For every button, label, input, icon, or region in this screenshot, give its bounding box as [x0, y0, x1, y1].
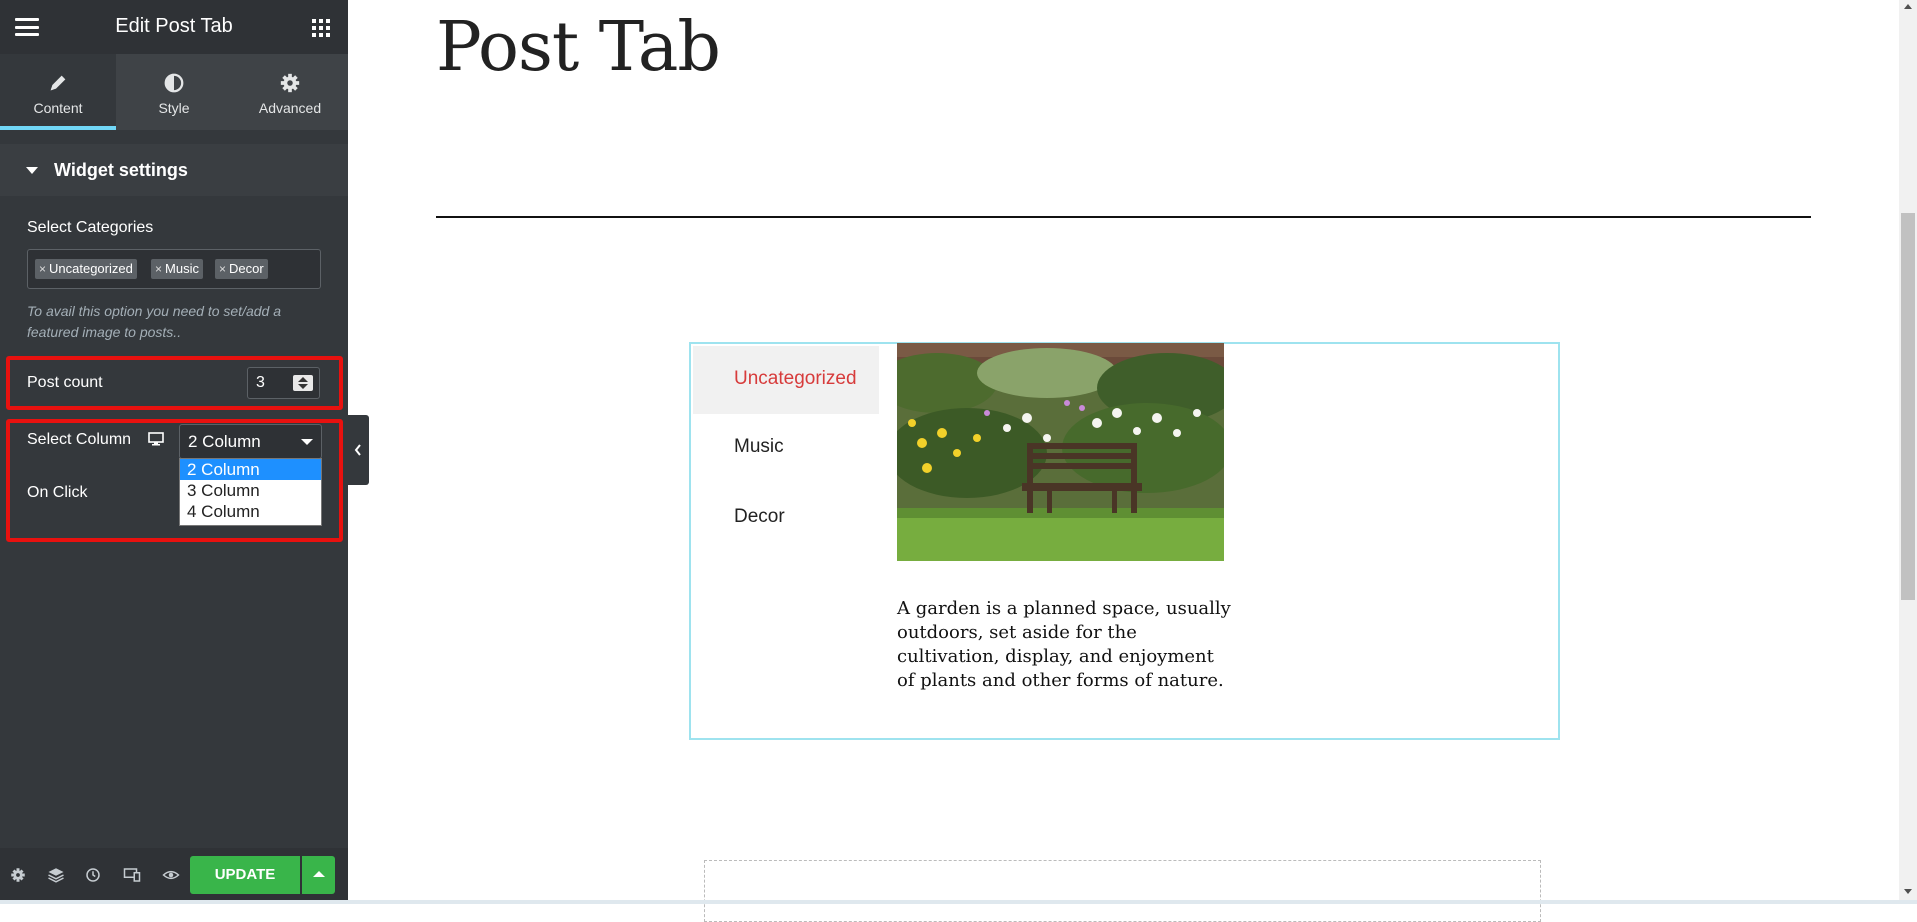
category-chip[interactable]: × Music [151, 259, 203, 279]
empty-section-placeholder[interactable] [704, 860, 1541, 922]
pencil-icon [50, 75, 66, 91]
post-featured-image[interactable] [897, 343, 1224, 561]
update-button[interactable]: UPDATE [190, 856, 300, 894]
section-title: Widget settings [54, 160, 188, 180]
post-tab-uncategorized[interactable]: Uncategorized [693, 346, 879, 414]
update-options-button[interactable] [302, 856, 335, 894]
post-tab-label: Music [734, 436, 784, 457]
highlight-post-count [6, 356, 343, 410]
post-excerpt: A garden is a planned space, usually out… [897, 598, 1231, 691]
post-tab-label: Uncategorized [734, 368, 857, 389]
tab-style-label: Style [158, 100, 190, 116]
editor-sidebar: Edit Post Tab Content Style Advanced Wid… [0, 0, 348, 904]
post-tab-music[interactable]: Music [693, 414, 879, 482]
chip-label: Decor [229, 261, 264, 276]
remove-chip-icon[interactable]: × [219, 262, 226, 276]
tab-style[interactable]: Style [116, 54, 232, 130]
select-categories-label: Select Categories [27, 219, 154, 236]
settings-icon[interactable] [9, 866, 27, 884]
remove-chip-icon[interactable]: × [155, 262, 162, 276]
post-tab-decor[interactable]: Decor [693, 484, 879, 552]
chip-label: Uncategorized [49, 261, 133, 276]
categories-multiselect[interactable]: × Uncategorized × Music × Decor [27, 249, 321, 289]
category-chip[interactable]: × Uncategorized [35, 259, 137, 279]
responsive-mode-icon[interactable] [123, 866, 141, 884]
layers-icon[interactable] [47, 866, 65, 884]
contrast-icon [164, 73, 184, 93]
scrollbar-thumb[interactable] [1901, 213, 1915, 600]
caret-down-icon [26, 167, 38, 174]
collapse-panel-button[interactable] [348, 415, 369, 485]
gear-icon [280, 73, 300, 93]
preview-eye-icon[interactable] [162, 866, 180, 884]
scroll-down-icon[interactable] [1904, 889, 1912, 894]
featured-image-hint: To avail this option you need to set/add… [27, 303, 281, 340]
tab-advanced-label: Advanced [258, 100, 322, 116]
tab-content-label: Content [33, 100, 83, 116]
category-chip[interactable]: × Decor [215, 259, 268, 279]
widget-settings-section-header[interactable]: Widget settings [0, 144, 348, 196]
post-tab-label: Decor [734, 506, 785, 527]
sidebar-title: Edit Post Tab [115, 15, 233, 37]
history-icon[interactable] [84, 866, 102, 884]
divider [436, 216, 1811, 218]
scroll-up-icon[interactable] [1904, 4, 1912, 9]
panel-tabs: Content Style Advanced [0, 54, 348, 130]
tab-content[interactable]: Content [0, 54, 116, 130]
page-title: Post Tab [436, 8, 721, 87]
chevron-left-icon [354, 444, 361, 456]
highlight-select-column [6, 419, 343, 542]
chip-label: Music [165, 261, 199, 276]
tab-advanced[interactable]: Advanced [232, 54, 348, 130]
bottom-progress-strip [0, 900, 1917, 904]
sidebar-header: Edit Post Tab [0, 0, 348, 54]
apps-grid-icon[interactable] [312, 19, 330, 37]
remove-chip-icon[interactable]: × [39, 262, 46, 276]
